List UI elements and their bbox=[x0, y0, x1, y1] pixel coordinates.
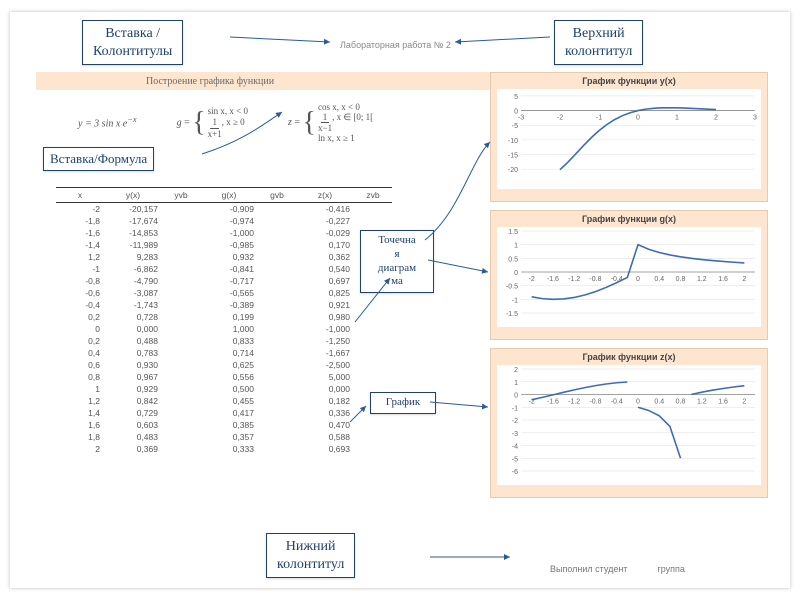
chart-g-box: График функции g(x) -1.5 -1 -0.5 0 0.5 1 1.5 -2… bbox=[490, 210, 768, 340]
callout-chart-text: График bbox=[386, 396, 420, 408]
svg-text:1.2: 1.2 bbox=[697, 276, 707, 283]
svg-text:5: 5 bbox=[514, 94, 518, 101]
svg-text:-1.6: -1.6 bbox=[547, 276, 559, 283]
formula-row: y = 3 sin x e−x g = {sin x, x < 01x+1, x… bbox=[78, 102, 373, 143]
footer-group: группа bbox=[657, 564, 684, 574]
svg-text:1: 1 bbox=[675, 115, 679, 122]
svg-text:0.5: 0.5 bbox=[508, 256, 518, 263]
svg-text:0: 0 bbox=[636, 399, 640, 406]
callout-scatter-text: Точечнаядиаграмма bbox=[378, 234, 416, 287]
chart-z-box: График функции z(x) -6-5-4-3-2-1012-2-1.… bbox=[490, 348, 768, 498]
svg-text:-6: -6 bbox=[512, 469, 518, 476]
lab-work-label: Лабораторная работа № 2 bbox=[340, 40, 451, 50]
svg-text:1.6: 1.6 bbox=[718, 276, 728, 283]
svg-text:-3: -3 bbox=[518, 115, 524, 122]
svg-text:-1.5: -1.5 bbox=[506, 311, 518, 318]
function-table: xy(x)yvbg(x)gvbz(x)zvb -2-20,157-0,909-0… bbox=[56, 187, 392, 455]
svg-text:-3: -3 bbox=[512, 431, 518, 438]
callout-scatter: Точечнаядиаграмма bbox=[360, 230, 434, 293]
chart-g-title: График функции g(x) bbox=[491, 211, 767, 227]
svg-text:-5: -5 bbox=[512, 456, 518, 463]
callout-top-header: Верхнийколонтитул bbox=[554, 20, 643, 65]
svg-text:3: 3 bbox=[753, 115, 757, 122]
callout-insert-formula-text: Вставка/Формула bbox=[50, 151, 147, 166]
callout-insert-formula: Вставка/Формула bbox=[43, 147, 154, 171]
page-title: Построение графика функции bbox=[146, 76, 274, 87]
chart-z-title: График функции z(x) bbox=[491, 349, 767, 365]
svg-text:1: 1 bbox=[514, 380, 518, 387]
callout-bottom-header: Нижнийколонтитул bbox=[266, 533, 355, 578]
svg-text:-4: -4 bbox=[512, 444, 518, 451]
svg-text:0.4: 0.4 bbox=[654, 399, 664, 406]
chart-y: -20-15-10-505-3-2-10123 bbox=[497, 89, 761, 189]
svg-text:-0.5: -0.5 bbox=[506, 284, 518, 291]
callout-chart: График bbox=[370, 392, 436, 414]
callout-top-header-text: Верхнийколонтитул bbox=[565, 26, 632, 59]
svg-text:0.4: 0.4 bbox=[654, 276, 664, 283]
chart-y-title: График функции y(x) bbox=[491, 73, 767, 89]
svg-text:0: 0 bbox=[514, 393, 518, 400]
formula-y: y = 3 sin x e−x bbox=[78, 115, 137, 129]
svg-text:0: 0 bbox=[636, 276, 640, 283]
callout-insert-headers: Вставка /Колонтитулы bbox=[82, 20, 183, 65]
formula-z: z = {cos x, x < 01x−1, x ∈ [0; 1[ln x, x… bbox=[288, 102, 373, 143]
svg-text:-20: -20 bbox=[508, 167, 518, 174]
svg-text:1.2: 1.2 bbox=[697, 399, 707, 406]
svg-text:-1: -1 bbox=[512, 405, 518, 412]
svg-text:-15: -15 bbox=[508, 153, 518, 160]
svg-text:-10: -10 bbox=[508, 138, 518, 145]
chart-z: -6-5-4-3-2-1012-2-1.6-1.2-0.8-0.400.40.8… bbox=[497, 365, 761, 485]
svg-text:2: 2 bbox=[742, 276, 746, 283]
svg-text:1: 1 bbox=[514, 243, 518, 250]
callout-bottom-header-text: Нижнийколонтитул bbox=[277, 539, 344, 572]
svg-text:-1.2: -1.2 bbox=[568, 276, 580, 283]
svg-text:-0.4: -0.4 bbox=[611, 399, 623, 406]
svg-text:-1.2: -1.2 bbox=[568, 399, 580, 406]
svg-text:-1: -1 bbox=[596, 115, 602, 122]
svg-text:-5: -5 bbox=[512, 123, 518, 130]
svg-text:0: 0 bbox=[636, 115, 640, 122]
footer: Выполнил студент группа bbox=[520, 564, 685, 574]
svg-text:-0.8: -0.8 bbox=[589, 276, 601, 283]
svg-text:0: 0 bbox=[514, 270, 518, 277]
svg-text:1.5: 1.5 bbox=[508, 229, 518, 236]
svg-text:2: 2 bbox=[514, 367, 518, 374]
chart-y-box: График функции y(x) -20-15-10-505-3-2-10… bbox=[490, 72, 768, 202]
callout-insert-headers-text: Вставка /Колонтитулы bbox=[93, 26, 172, 59]
svg-text:0.8: 0.8 bbox=[676, 276, 686, 283]
chart-g: -1.5-1-0.500.511.5-2-1.6-1.2-0.8-0.400.4… bbox=[497, 227, 761, 327]
svg-text:-0.8: -0.8 bbox=[589, 399, 601, 406]
svg-text:0.8: 0.8 bbox=[676, 399, 686, 406]
footer-student: Выполнил студент bbox=[550, 564, 627, 574]
svg-text:1.6: 1.6 bbox=[718, 399, 728, 406]
formula-g: g = {sin x, x < 01x+1, x ≥ 0 bbox=[177, 106, 248, 140]
svg-text:-1.6: -1.6 bbox=[547, 399, 559, 406]
svg-text:-2: -2 bbox=[529, 276, 535, 283]
svg-text:-1: -1 bbox=[512, 297, 518, 304]
svg-text:2: 2 bbox=[742, 399, 746, 406]
svg-text:2: 2 bbox=[714, 115, 718, 122]
svg-text:-2: -2 bbox=[512, 418, 518, 425]
svg-text:-2: -2 bbox=[557, 115, 563, 122]
